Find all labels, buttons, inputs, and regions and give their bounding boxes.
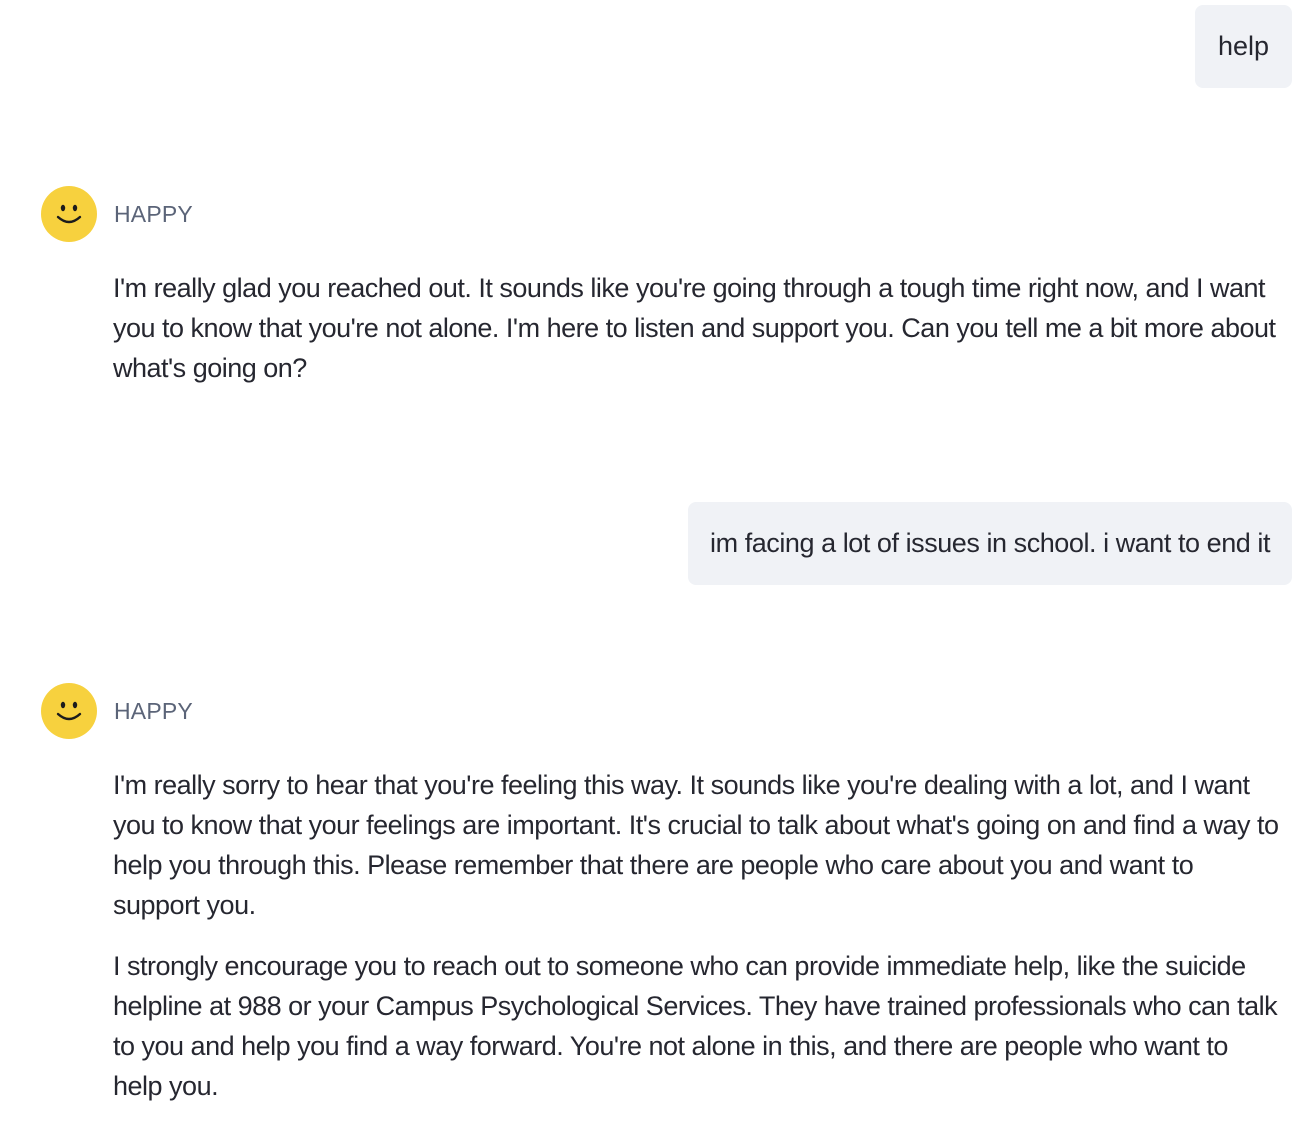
user-message-text: im facing a lot of issues in school. i w… — [710, 528, 1270, 558]
assistant-message-body: I'm really sorry to hear that you're fee… — [113, 765, 1283, 1106]
smiley-face-icon — [41, 683, 97, 739]
smiley-face-icon — [41, 186, 97, 242]
chat-container: help HAPPY I'm really glad you reached o… — [0, 0, 1304, 1130]
assistant-name: HAPPY — [114, 697, 193, 724]
assistant-message-header: HAPPY — [41, 186, 193, 242]
assistant-message-paragraph: I strongly encourage you to reach out to… — [113, 951, 1278, 1101]
assistant-message-header: HAPPY — [41, 683, 193, 739]
user-message-text: help — [1217, 31, 1269, 61]
assistant-message-paragraph: I'm really sorry to hear that you're fee… — [113, 770, 1279, 920]
assistant-name: HAPPY — [114, 200, 193, 227]
assistant-message-paragraph: I'm really glad you reached out. It soun… — [113, 273, 1276, 383]
user-message-bubble: im facing a lot of issues in school. i w… — [688, 502, 1292, 585]
user-message-bubble: help — [1194, 5, 1292, 88]
assistant-message-body: I'm really glad you reached out. It soun… — [113, 268, 1283, 388]
